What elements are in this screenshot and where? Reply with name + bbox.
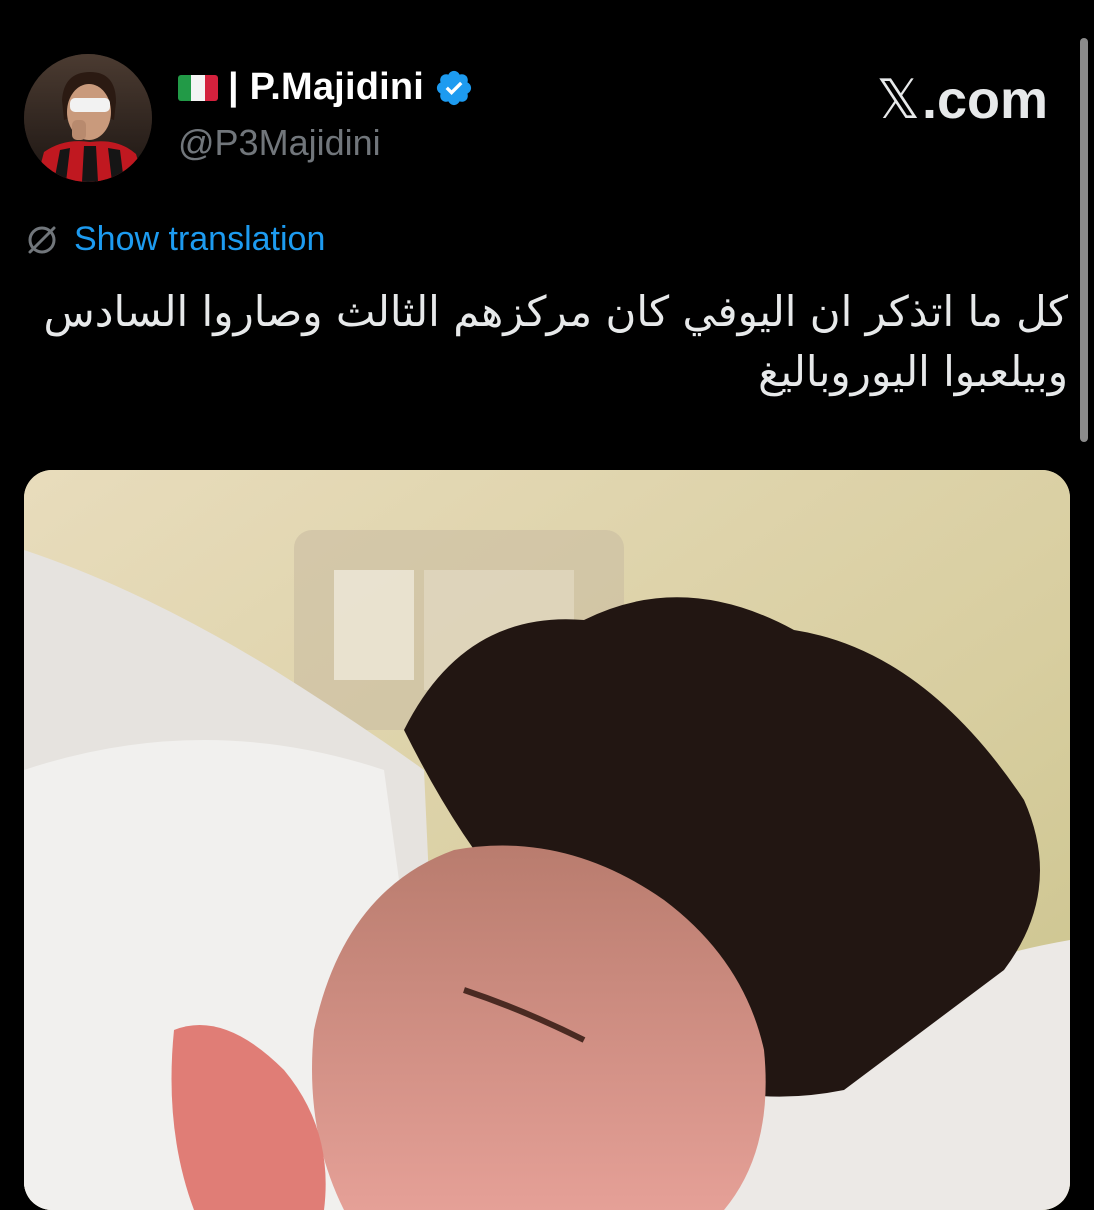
user-display-name-row[interactable]: | P.Majidini: [178, 66, 474, 109]
verified-badge-icon: [434, 68, 474, 108]
brand-domain: .com: [921, 69, 1048, 130]
avatar[interactable]: [24, 54, 152, 182]
user-handle[interactable]: @P3Majidini: [178, 122, 381, 164]
globe-slash-icon: [24, 222, 60, 258]
x-logo-icon: 𝕏: [876, 68, 920, 131]
display-name: | P.Majidini: [228, 66, 425, 108]
show-translation-button[interactable]: Show translation: [24, 220, 325, 259]
brand-logo: 𝕏 .com: [876, 68, 1048, 131]
tweet-text: كل ما اتذكر ان اليوفي كان مركزهم الثالث …: [43, 287, 1069, 396]
italy-flag-icon: [178, 74, 218, 101]
scrollbar[interactable]: [1080, 38, 1088, 442]
video-thumbnail[interactable]: [24, 470, 1070, 1210]
show-translation-label: Show translation: [74, 220, 326, 258]
